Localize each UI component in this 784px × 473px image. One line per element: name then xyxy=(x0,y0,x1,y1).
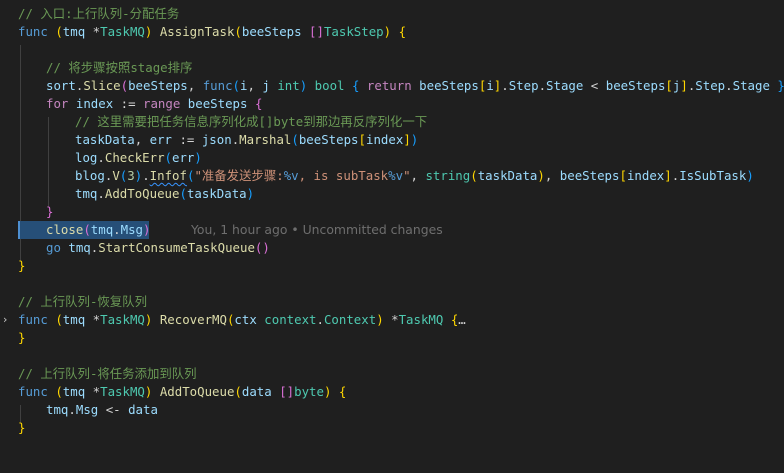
code-line[interactable]: for index := range beeSteps { xyxy=(0,95,784,113)
comment: // 这里需要把任务信息序列化成[]byte到那边再反序列化一下 xyxy=(75,114,428,129)
comment: // 上行队列-恢复队列 xyxy=(18,294,147,309)
code-text: log.CheckErr(err) xyxy=(75,150,202,165)
code-text: sort.Slice(beeSteps, func(i, j int) bool… xyxy=(46,78,784,93)
function-signature: func (tmq *TaskMQ) RecoverMQ(ctx context… xyxy=(18,312,466,327)
code-line[interactable]: func (tmq *TaskMQ) AssignTask(beeSteps [… xyxy=(0,23,784,41)
closing-brace: } xyxy=(18,258,26,273)
code-line[interactable]: // 上行队列-将任务添加到队列 xyxy=(0,365,784,383)
code-line[interactable]: tmq.AddToQueue(taskData) xyxy=(0,185,784,203)
code-line[interactable]: } xyxy=(0,329,784,347)
comment: // 入口:上行队列-分配任务 xyxy=(18,6,180,21)
code-line[interactable]: log.CheckErr(err) xyxy=(0,149,784,167)
closing-brace: } xyxy=(18,330,26,345)
code-line[interactable]: taskData, err := json.Marshal(beeSteps[i… xyxy=(0,131,784,149)
code-line[interactable]: } xyxy=(0,419,784,437)
code-line[interactable]: // 上行队列-恢复队列 xyxy=(0,293,784,311)
code-editor[interactable]: // 入口:上行队列-分配任务 func (tmq *TaskMQ) Assig… xyxy=(0,0,784,458)
function-signature: func (tmq *TaskMQ) AssignTask(beeSteps [… xyxy=(18,24,407,39)
code-line[interactable]: go tmq.StartConsumeTaskQueue() xyxy=(0,239,784,257)
git-blame-annotation: You, 1 hour ago • Uncommitted changes xyxy=(191,222,443,237)
code-line-current[interactable]: close(tmq.Msg) You, 1 hour ago • Uncommi… xyxy=(0,221,784,239)
code-line[interactable]: } xyxy=(0,257,784,275)
code-text: for index := range beeSteps { xyxy=(46,96,263,111)
closing-brace: } xyxy=(18,420,26,435)
code-text: close(tmq.Msg) xyxy=(46,222,151,237)
code-line[interactable]: func (tmq *TaskMQ) AddToQueue(data []byt… xyxy=(0,383,784,401)
code-text: blog.V(3).Infof("准备发送步骤:%v, is subTask%v… xyxy=(75,168,754,183)
comment: // 上行队列-将任务添加到队列 xyxy=(18,366,197,381)
closing-brace: } xyxy=(46,204,54,219)
chevron-right-icon[interactable]: › xyxy=(3,311,15,329)
code-line-folded[interactable]: › func (tmq *TaskMQ) RecoverMQ(ctx conte… xyxy=(0,311,784,329)
code-line[interactable]: // 入口:上行队列-分配任务 xyxy=(0,5,784,23)
code-text: tmq.Msg <- data xyxy=(46,402,158,417)
code-line[interactable]: // 这里需要把任务信息序列化成[]byte到那边再反序列化一下 xyxy=(0,113,784,131)
code-text: go tmq.StartConsumeTaskQueue() xyxy=(46,240,270,255)
code-text: taskData, err := json.Marshal(beeSteps[i… xyxy=(75,132,419,147)
comment: // 将步骤按照stage排序 xyxy=(46,60,193,75)
code-line[interactable]: } xyxy=(0,203,784,221)
folded-ellipsis[interactable]: … xyxy=(458,312,465,327)
code-line[interactable]: blog.V(3).Infof("准备发送步骤:%v, is subTask%v… xyxy=(0,167,784,185)
code-line[interactable]: sort.Slice(beeSteps, func(i, j int) bool… xyxy=(0,77,784,95)
code-text: tmq.AddToQueue(taskData) xyxy=(75,186,255,201)
function-signature: func (tmq *TaskMQ) AddToQueue(data []byt… xyxy=(18,384,347,399)
code-line[interactable]: // 将步骤按照stage排序 xyxy=(0,59,784,77)
code-line[interactable]: tmq.Msg <- data xyxy=(0,401,784,419)
